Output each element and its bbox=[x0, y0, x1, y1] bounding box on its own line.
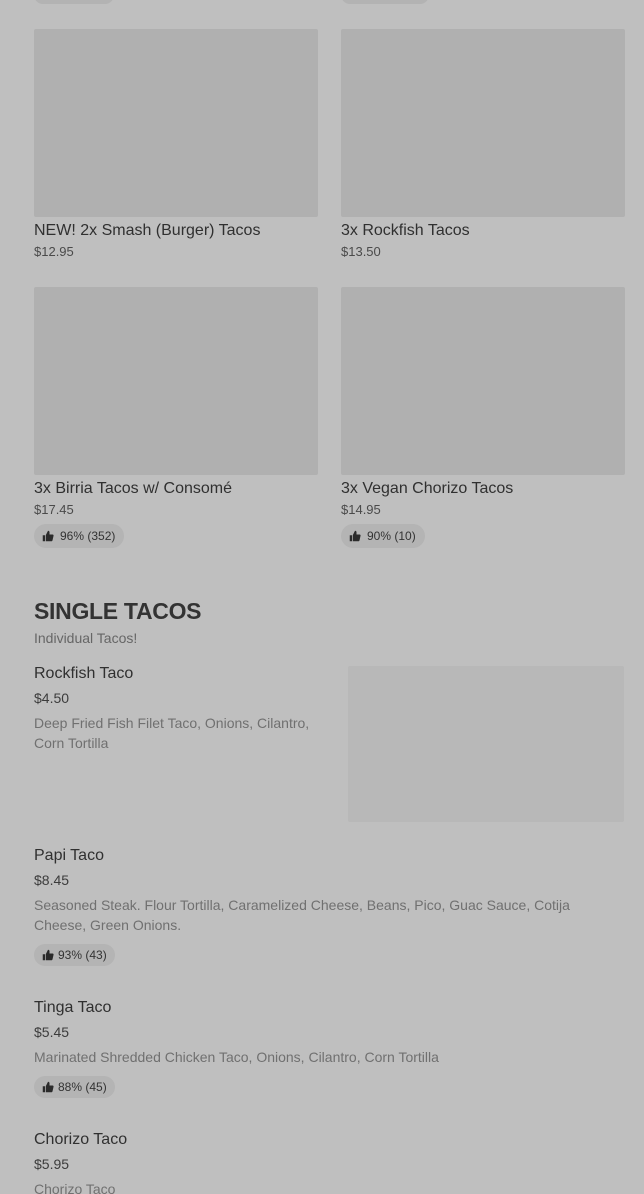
section-title: SINGLE TACOS bbox=[34, 598, 202, 624]
thumbs-up-icon bbox=[42, 949, 54, 961]
menu-item-name: Chorizo Taco bbox=[34, 1131, 128, 1148]
menu-item-name: 3x Birria Tacos w/ Consomé bbox=[34, 480, 232, 497]
menu-card[interactable]: 3x Rockfish Tacos $13.50 bbox=[341, 29, 625, 260]
menu-item-name: Papi Taco bbox=[34, 847, 104, 864]
rating-text: 90% (10) bbox=[367, 529, 416, 543]
menu-item-price: $8.45 bbox=[34, 872, 70, 888]
menu-card[interactable]: 3x Vegan Chorizo Tacos $14.95 90% (10) bbox=[341, 287, 625, 548]
menu-card[interactable]: NEW! 2x Smash (Burger) Tacos $12.95 bbox=[34, 29, 318, 260]
menu-item-image[interactable] bbox=[34, 29, 318, 217]
menu-item-price: $13.50 bbox=[341, 244, 381, 259]
rating-pill-cutoff bbox=[341, 0, 429, 4]
menu-item-name: Rockfish Taco bbox=[34, 665, 134, 682]
menu-item-price: $17.45 bbox=[34, 502, 74, 517]
menu-item-name: NEW! 2x Smash (Burger) Tacos bbox=[34, 222, 261, 239]
menu-item-description: Chorizo Taco bbox=[34, 1181, 116, 1194]
menu-item-image[interactable] bbox=[341, 29, 625, 217]
section-subtitle: Individual Tacos! bbox=[34, 630, 138, 646]
menu-item-description: Marinated Shredded Chicken Taco, Onions,… bbox=[34, 1049, 439, 1065]
list-item[interactable]: Rockfish Taco $4.50 Deep Fried Fish File… bbox=[34, 664, 324, 753]
thumbs-up-icon bbox=[349, 530, 361, 542]
rating-badge: 90% (10) bbox=[341, 524, 425, 548]
list-item[interactable]: Chorizo Taco $5.95 Chorizo Taco bbox=[34, 1130, 594, 1194]
rating-text: 88% (45) bbox=[58, 1080, 107, 1094]
menu-item-description: Deep Fried Fish Filet Taco, Onions, Cila… bbox=[34, 715, 310, 751]
list-item[interactable]: Tinga Taco $5.45 Marinated Shredded Chic… bbox=[34, 998, 594, 1098]
list-item[interactable]: Papi Taco $8.45 Seasoned Steak. Flour To… bbox=[34, 846, 594, 966]
menu-item-image[interactable] bbox=[348, 666, 624, 822]
rating-badge: 96% (352) bbox=[34, 524, 125, 548]
menu-item-price: $14.95 bbox=[341, 502, 381, 517]
rating-badge: 88% (45) bbox=[34, 1076, 115, 1098]
menu-item-price: $5.95 bbox=[34, 1156, 70, 1172]
menu-item-image[interactable] bbox=[341, 287, 625, 475]
menu-item-description: Seasoned Steak. Flour Tortilla, Carameli… bbox=[34, 897, 570, 933]
menu-item-price: $12.95 bbox=[34, 244, 74, 259]
menu-item-price: $5.45 bbox=[34, 1024, 70, 1040]
menu-item-name: 3x Rockfish Tacos bbox=[341, 222, 470, 239]
thumbs-up-icon bbox=[42, 530, 54, 542]
menu-page: NEW! 2x Smash (Burger) Tacos $12.95 3x R… bbox=[0, 0, 644, 1194]
menu-item-name: 3x Vegan Chorizo Tacos bbox=[341, 480, 514, 497]
rating-pill-cutoff bbox=[34, 0, 114, 4]
menu-item-name: Tinga Taco bbox=[34, 999, 112, 1016]
rating-text: 96% (352) bbox=[60, 529, 116, 543]
rating-badge: 93% (43) bbox=[34, 944, 115, 966]
menu-item-price: $4.50 bbox=[34, 690, 70, 706]
rating-text: 93% (43) bbox=[58, 948, 107, 962]
menu-card[interactable]: 3x Birria Tacos w/ Consomé $17.45 96% (3… bbox=[34, 287, 318, 548]
thumbs-up-icon bbox=[42, 1081, 54, 1093]
menu-item-image[interactable] bbox=[34, 287, 318, 475]
